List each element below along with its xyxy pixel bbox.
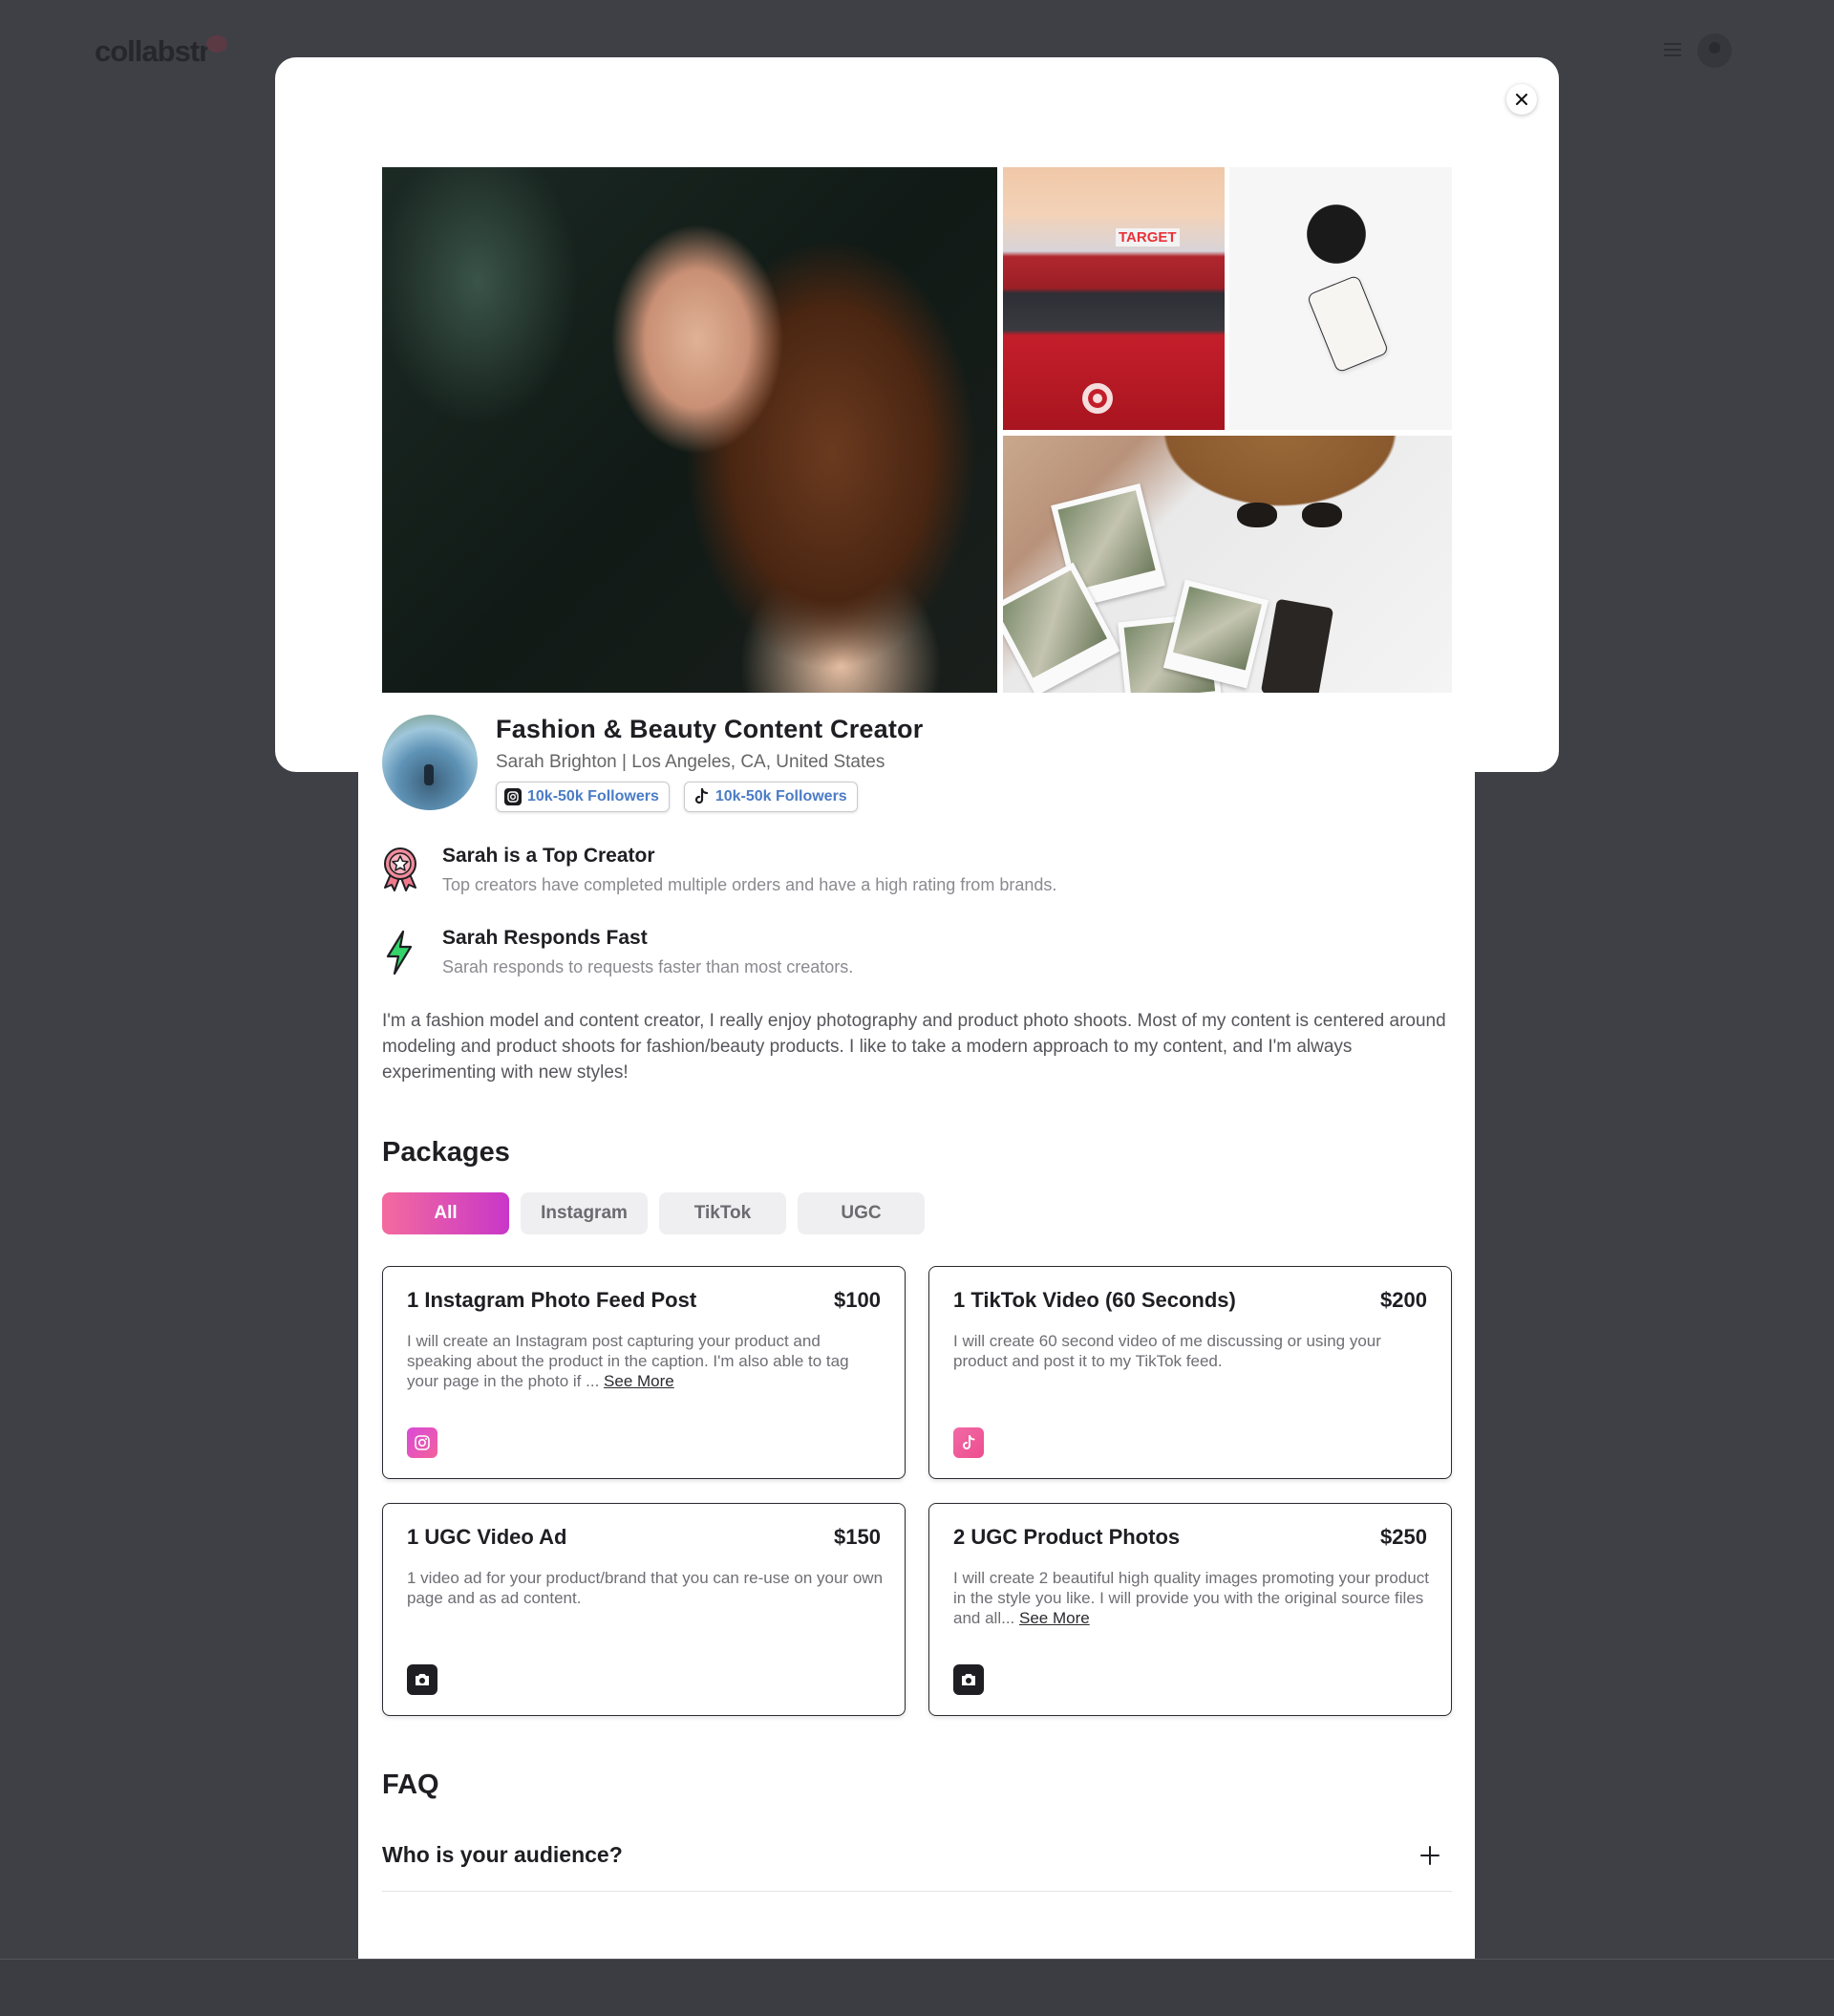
lightning-bolt-icon	[384, 930, 422, 976]
package-desc: 1 video ad for your product/brand that y…	[407, 1569, 884, 1607]
user-avatar-icon[interactable]	[1697, 33, 1732, 68]
package-desc: I will create an Instagram post capturin…	[407, 1331, 885, 1391]
creator-name-location: Sarah Brighton | Los Angeles, CA, United…	[496, 752, 885, 772]
package-card[interactable]: 1 UGC Video Ad $150 1 video ad for your …	[382, 1503, 906, 1716]
instagram-icon	[407, 1427, 437, 1458]
instagram-icon	[504, 788, 522, 805]
target-logo-icon	[1082, 383, 1113, 414]
note-card	[1306, 274, 1390, 374]
plus-icon[interactable]	[1418, 1844, 1441, 1867]
see-more-link[interactable]: See More	[1019, 1609, 1090, 1627]
target-sign: TARGET	[1116, 228, 1180, 247]
follower-badges: 10k-50k Followers 10k-50k Followers	[496, 782, 858, 812]
see-more-link[interactable]: See More	[604, 1372, 674, 1390]
close-icon	[1516, 94, 1527, 105]
package-price: $100	[834, 1288, 881, 1312]
faq-divider	[382, 1891, 1452, 1892]
tab-all[interactable]: All	[382, 1192, 509, 1234]
hamburger-menu-icon[interactable]	[1664, 43, 1681, 60]
tiktok-followers-badge[interactable]: 10k-50k Followers	[683, 782, 858, 812]
package-title: 1 TikTok Video (60 Seconds)	[953, 1288, 1236, 1312]
package-desc: I will create 60 second video of me disc…	[953, 1332, 1381, 1370]
creator-bio: I'm a fashion model and content creator,…	[382, 1011, 1446, 1083]
faq-heading: FAQ	[382, 1769, 439, 1800]
camera-icon	[953, 1664, 984, 1695]
award-ribbon-icon	[381, 846, 419, 891]
camera-icon	[407, 1664, 437, 1695]
collabstr-logo: collabstr	[95, 34, 210, 68]
packages-heading: Packages	[382, 1137, 510, 1168]
tab-instagram[interactable]: Instagram	[521, 1192, 648, 1234]
close-button[interactable]	[1506, 84, 1537, 115]
flatlay-photo[interactable]	[1003, 436, 1452, 693]
tab-ugc[interactable]: UGC	[798, 1192, 925, 1234]
package-card[interactable]: 2 UGC Product Photos $250 I will create …	[928, 1503, 1452, 1716]
instagram-followers-badge[interactable]: 10k-50k Followers	[496, 782, 670, 812]
tiktok-icon	[953, 1427, 984, 1458]
package-desc: I will create 2 beautiful high quality i…	[953, 1568, 1431, 1628]
sunglasses	[1237, 503, 1342, 529]
page-title: Fashion & Beauty Content Creator	[496, 715, 924, 743]
responds-fast-desc: Sarah responds to requests faster than m…	[442, 957, 854, 976]
top-creator-title: Sarah is a Top Creator	[442, 845, 655, 867]
package-card[interactable]: 1 Instagram Photo Feed Post $100 I will …	[382, 1266, 906, 1479]
package-price: $250	[1380, 1525, 1427, 1549]
responds-fast-title: Sarah Responds Fast	[442, 927, 648, 949]
tiktok-icon	[693, 788, 710, 805]
badge-label: 10k-50k Followers	[714, 788, 847, 804]
faq-question[interactable]: Who is your audience?	[382, 1842, 623, 1868]
phone	[1260, 598, 1334, 693]
shopping-cart-photo[interactable]: TARGET	[1003, 167, 1225, 430]
top-creator-desc: Top creators have completed multiple ord…	[442, 875, 1057, 894]
logo-mark-icon	[206, 35, 227, 53]
package-price: $200	[1380, 1288, 1427, 1312]
page-footer-bar	[0, 1959, 1834, 2016]
package-filter-tabs: All Instagram TikTok UGC	[382, 1192, 925, 1234]
package-title: 2 UGC Product Photos	[953, 1525, 1181, 1549]
coffee-plant-photo[interactable]	[1229, 167, 1452, 430]
creator-avatar	[382, 715, 478, 810]
package-price: $150	[834, 1525, 881, 1549]
package-title: 1 UGC Video Ad	[407, 1525, 567, 1549]
package-title: 1 Instagram Photo Feed Post	[407, 1288, 697, 1312]
tab-tiktok[interactable]: TikTok	[659, 1192, 786, 1234]
package-card[interactable]: 1 TikTok Video (60 Seconds) $200 I will …	[928, 1266, 1452, 1479]
portrait-photo[interactable]	[382, 167, 997, 693]
badge-label: 10k-50k Followers	[527, 788, 659, 804]
